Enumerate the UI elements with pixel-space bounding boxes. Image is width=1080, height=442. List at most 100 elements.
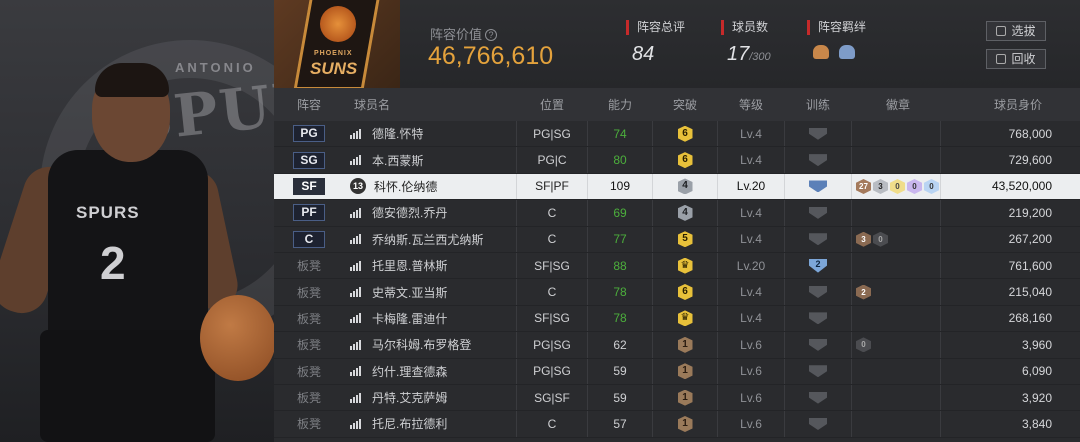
signal-bars-icon [350,366,362,377]
training-shield-icon[interactable] [809,365,827,378]
training-level-icon[interactable]: 2 [809,258,827,273]
team-logo-city: PHOENIX [314,50,353,57]
col-breakthrough[interactable]: 突破 [652,88,718,121]
player-ability: 80 [613,153,627,168]
lineup-slot: 板凳 [274,389,344,406]
col-ability[interactable]: 能力 [588,96,652,113]
player-jersey [48,150,208,350]
player-position: C [516,200,588,226]
player-name[interactable]: 本.西蒙斯 [372,152,423,169]
training-shield-icon[interactable] [809,338,827,351]
table-row[interactable]: 板凳 马尔科姆.布罗格登 PG|SG 62 1 Lv.6 0 3,960 [274,332,1080,359]
lineup-header: PHOENIX SUNS 阵容价值? 46,766,610 阵容总评 84 球员… [274,0,1080,88]
badge-icon[interactable]: 3 [856,231,871,247]
player-ability: 59 [613,390,627,405]
col-badges[interactable]: 徽章 [852,88,940,121]
training-shield-icon[interactable] [809,154,827,167]
player-level: Lv.4 [740,205,762,220]
player-name[interactable]: 德隆.怀特 [372,125,423,142]
player-level: Lv.6 [740,390,762,405]
badge-icon[interactable]: 27 [856,178,871,194]
lineup-value: 46,766,610 [428,42,554,70]
badge-icon[interactable]: 0 [856,337,871,353]
player-training [784,226,852,252]
col-lineup[interactable]: 阵容 [274,96,344,113]
badge-icon[interactable]: 3 [873,178,888,194]
training-shield-icon[interactable] [809,180,827,193]
roster-table: 阵容 球员名 位置 能力 突破 等级 训练 徽章 球员身价 PG 德隆.怀特 P… [274,88,1080,442]
badge-icon[interactable]: 0 [907,178,922,194]
lineup-rating-value: 84 [632,43,655,65]
training-shield-icon[interactable] [809,233,827,246]
player-position: SF|SG [516,305,588,332]
lineup-bond: 阵容羁绊 [807,20,866,59]
col-name[interactable]: 球员名 [344,96,516,113]
bench-label: 板凳 [296,338,321,353]
player-badges: 0 [852,332,940,357]
badge-icon[interactable]: 0 [890,178,905,194]
help-icon[interactable]: ? [485,29,498,41]
col-position[interactable]: 位置 [516,88,588,121]
signal-bars-icon [350,313,362,324]
player-name[interactable]: 史蒂文.亚当斯 [372,284,447,301]
table-row[interactable]: 板凳 史蒂文.亚当斯 C 78 6 Lv.4 2 215,040 [274,279,1080,306]
table-row[interactable]: C 乔纳斯.瓦兰西尤纳斯 C 77 5 Lv.4 30 267,200 [274,226,1080,253]
badge-icon[interactable]: 0 [924,178,939,194]
training-shield-icon[interactable] [809,391,827,404]
bond-orange-icon[interactable] [813,45,829,59]
breakthrough-icon: 5 [677,231,693,248]
player-name[interactable]: 乔纳斯.瓦兰西尤纳斯 [372,231,483,248]
hero-player-art: ANTONIO SPURS SPURS 2 [0,0,274,442]
player-name[interactable]: 托尼.布拉德利 [372,415,447,432]
table-row[interactable]: 板凳 约什.理查德森 PG|SG 59 1 Lv.6 6,090 [274,358,1080,385]
col-level[interactable]: 等级 [718,96,784,113]
training-shield-icon[interactable] [809,127,827,140]
table-row[interactable]: PG 德隆.怀特 PG|SG 74 6 Lv.4 768,000 [274,121,1080,148]
player-breakthrough: 1 [652,332,718,358]
player-name-cell: 德隆.怀特 [344,125,516,142]
table-row[interactable]: 板凳 托里恩.普林斯 SF|SG 88 ♛ Lv.20 2 761,600 [274,252,1080,280]
player-price: 43,520,000 [940,173,1060,200]
jersey-name: SPURS [76,203,140,222]
badge-icon[interactable]: 0 [873,231,888,247]
table-header: 阵容 球员名 位置 能力 突破 等级 训练 徽章 球员身价 [274,88,1080,121]
player-level: Lv.6 [740,416,762,431]
player-training [784,279,852,305]
player-price: 3,840 [940,411,1060,437]
player-name[interactable]: 科怀.伦纳德 [374,178,437,195]
table-row[interactable]: SG 本.西蒙斯 PG|C 80 6 Lv.4 729,600 [274,147,1080,174]
table-row[interactable]: PF 德安德烈.乔丹 C 69 4 Lv.4 219,200 [274,200,1080,227]
recycle-button[interactable]: 回收 [986,49,1046,69]
training-shield-icon[interactable] [809,417,827,430]
player-breakthrough: 4 [652,173,718,200]
player-name[interactable]: 德安德烈.乔丹 [372,204,447,221]
training-shield-icon[interactable] [809,312,827,325]
player-training [784,305,852,332]
player-position: PG|SG [516,121,588,147]
col-price[interactable]: 球员身价 [940,88,1060,121]
breakthrough-icon: 1 [677,336,693,353]
bond-blue-icon[interactable] [839,45,855,59]
player-name-cell: 丹特.艾克萨姆 [344,389,516,406]
player-name[interactable]: 卡梅隆.雷迪什 [372,310,447,327]
player-name[interactable]: 托里恩.普林斯 [372,257,447,274]
signal-bars-icon [350,392,362,403]
player-breakthrough: 1 [652,384,718,411]
breakthrough-icon: 4 [677,178,693,195]
table-row[interactable]: 板凳 托尼.布拉德利 C 57 1 Lv.6 3,840 [274,411,1080,438]
player-name[interactable]: 约什.理查德森 [372,363,447,380]
training-shield-icon[interactable] [809,206,827,219]
col-training[interactable]: 训练 [784,88,852,121]
training-shield-icon[interactable] [809,286,827,299]
badge-icon[interactable]: 2 [856,284,871,300]
copy-icon [996,54,1007,64]
player-badges [852,253,940,278]
table-row[interactable]: 板凳 卡梅隆.雷迪什 SF|SG 78 ♛ Lv.4 268,160 [274,305,1080,333]
lineup-value-label: 阵容价值? [430,24,498,43]
player-name[interactable]: 丹特.艾克萨姆 [372,389,447,406]
player-name[interactable]: 马尔科姆.布罗格登 [372,336,471,353]
table-row[interactable]: SF 13 科怀.伦纳德 SF|PF 109 4 Lv.20 27 3 0 0 0 43,… [274,173,1080,201]
player-price: 6,090 [940,358,1060,384]
select-button[interactable]: 选拔 [986,21,1046,41]
table-row[interactable]: 板凳 丹特.艾克萨姆 SG|SF 59 1 Lv.6 3,920 [274,384,1080,412]
